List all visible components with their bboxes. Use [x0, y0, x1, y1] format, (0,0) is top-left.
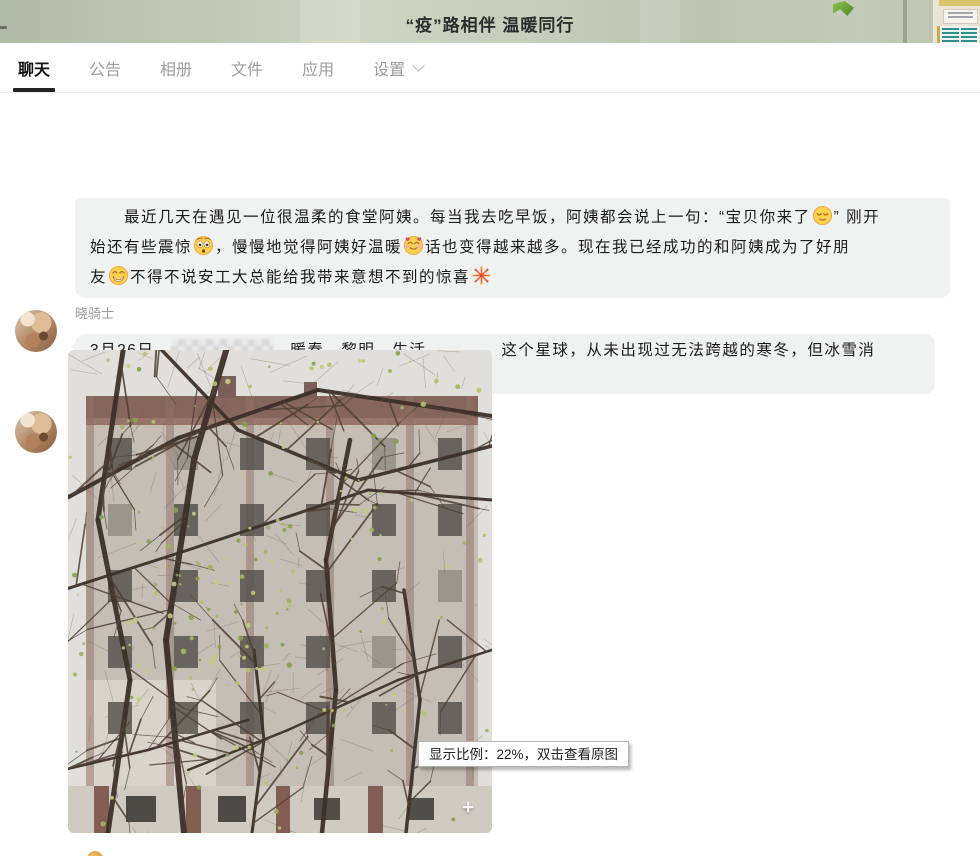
group-banner: “疫”路相伴 温暖同行: [0, 0, 980, 43]
shelf-strip: [939, 0, 980, 6]
relieved-smile-emoji: [812, 205, 833, 226]
tab-apps[interactable]: 应用: [302, 56, 334, 80]
tabs: 聊天 公告 相册 文件 应用 设置: [18, 43, 423, 92]
chat-bubble: 最近几天在遇见一位很温柔的食堂阿姨。每当我去吃早饭，阿姨都会说上一句：“宝贝你来…: [75, 198, 950, 298]
grin-emoji: [108, 265, 129, 286]
tab-settings[interactable]: 设置: [373, 56, 423, 80]
fireworks-emoji: [471, 265, 492, 286]
zoom-cursor-icon: +: [462, 796, 474, 820]
shelf-card: [943, 9, 978, 24]
tab-bar: 聊天 公告 相册 文件 应用 设置: [0, 43, 980, 93]
tab-files[interactable]: 文件: [231, 56, 263, 80]
blush-hearts-emoji: [403, 235, 424, 256]
avatar[interactable]: [15, 411, 57, 453]
astonished-emoji: [193, 235, 214, 256]
bookshelf-decoration: [933, 0, 980, 43]
tab-announcements[interactable]: 公告: [89, 56, 121, 80]
image-message-wrap: + 显示比例：22%，双击查看原图: [68, 350, 492, 833]
group-chat-window: “疫”路相伴 温暖同行 聊天 公告 相册 文件 应用 设置 最近几天在遇见一位很…: [0, 0, 980, 856]
banner-frame-line: [903, 0, 907, 43]
sender-name: 晓骑士: [75, 306, 114, 322]
image-scale-tooltip: 显示比例：22%，双击查看原图: [418, 741, 629, 767]
tab-chat[interactable]: 聊天: [18, 56, 50, 80]
avatar[interactable]: [15, 310, 57, 352]
shelf-books: [937, 26, 979, 43]
group-title: “疫”路相伴 温暖同行: [0, 11, 980, 36]
chevron-down-icon: [412, 59, 425, 72]
tab-album[interactable]: 相册: [160, 56, 192, 80]
